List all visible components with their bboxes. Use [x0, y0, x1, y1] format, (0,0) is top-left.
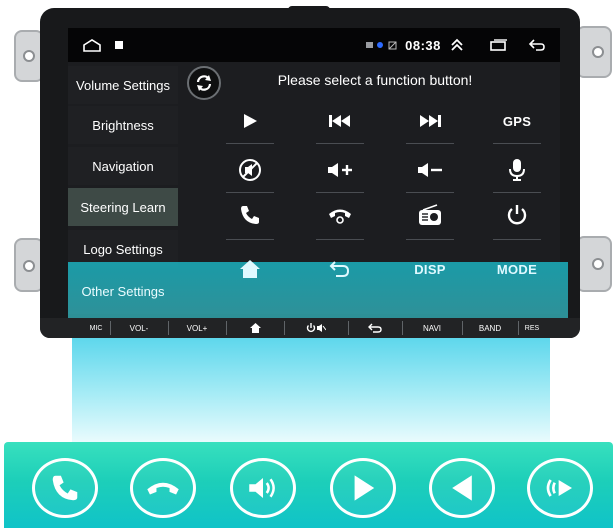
screw-hole [592, 258, 604, 270]
radio-icon[interactable] [401, 198, 459, 232]
gps-label: GPS [502, 113, 532, 129]
hang-up-icon[interactable] [130, 458, 196, 518]
menu-item-brightness[interactable]: Brightness [68, 106, 178, 144]
previous-icon[interactable] [429, 458, 495, 518]
hw-home-button[interactable] [228, 318, 282, 338]
previous-track-icon[interactable] [311, 104, 369, 138]
strip-divider [110, 321, 111, 335]
return-icon[interactable] [311, 252, 369, 286]
hw-vol-down-button[interactable]: VOL- [112, 318, 166, 338]
home-outline-icon[interactable] [80, 28, 104, 62]
hw-navi-button[interactable]: NAVI [404, 318, 460, 338]
back-arrow-icon[interactable] [526, 28, 548, 62]
grid-separator [316, 143, 364, 144]
grid-separator [226, 143, 274, 144]
strip-divider [402, 321, 403, 335]
grid-separator [493, 239, 541, 240]
grid-separator [493, 143, 541, 144]
home-icon[interactable] [221, 252, 279, 286]
gps-button[interactable]: GPS [488, 104, 546, 138]
grid-separator [226, 239, 274, 240]
double-chevron-up-icon[interactable] [446, 28, 468, 62]
phone-call-icon[interactable] [221, 198, 279, 232]
hw-band-button[interactable]: BAND [464, 318, 516, 338]
grid-separator [226, 192, 274, 193]
phone-icon[interactable] [32, 458, 98, 518]
recent-apps-icon[interactable] [488, 28, 510, 62]
grid-separator [316, 239, 364, 240]
power-mute-icon [306, 323, 326, 333]
screw-hole [23, 50, 35, 62]
disp-label: DISP [414, 261, 446, 277]
grid-separator [406, 239, 454, 240]
right-bottom-bracket [576, 236, 612, 292]
strip-divider [284, 321, 285, 335]
strip-divider [518, 321, 519, 335]
hang-up-icon[interactable] [311, 198, 369, 232]
status-clock: 08:38 [405, 37, 441, 53]
car-head-unit-scene: 08:38 Volume Settings Brightness Navigat… [0, 0, 615, 528]
menu-item-other-settings[interactable]: Other Settings [68, 272, 178, 310]
strip-divider [462, 321, 463, 335]
square-notification-icon [112, 28, 126, 62]
mute-icon[interactable] [221, 153, 279, 187]
sim-card-icon [364, 28, 374, 62]
grid-separator [316, 192, 364, 193]
status-bar: 08:38 [68, 28, 560, 62]
volume-down-icon[interactable] [401, 153, 459, 187]
bluetooth-icon [375, 28, 385, 62]
instruction-prompt: Please select a function button! [277, 72, 473, 88]
hw-vol-up-button[interactable]: VOL+ [170, 318, 224, 338]
reset-port-label: RES [524, 324, 540, 332]
play-icon[interactable] [221, 104, 279, 138]
screw-hole [23, 260, 35, 272]
hw-back-button[interactable] [350, 318, 400, 338]
volume-up-icon[interactable] [311, 153, 369, 187]
right-top-bracket [576, 26, 612, 78]
mode-label: MODE [496, 261, 538, 277]
next-track-icon[interactable] [401, 104, 459, 138]
grid-separator [493, 192, 541, 193]
menu-item-volume-settings[interactable]: Volume Settings [68, 66, 178, 104]
power-icon[interactable] [488, 198, 546, 232]
mode-button[interactable]: MODE [488, 252, 546, 286]
disp-button[interactable]: DISP [401, 252, 459, 286]
strip-divider [226, 321, 227, 335]
light-beam [72, 338, 550, 442]
play-icon[interactable] [330, 458, 396, 518]
grid-separator [406, 192, 454, 193]
voice-icon[interactable] [527, 458, 593, 518]
hw-power-mute-button[interactable] [286, 318, 346, 338]
back-icon [368, 323, 382, 333]
mic-port-label: MIC [89, 324, 103, 332]
grid-separator [406, 143, 454, 144]
menu-item-navigation[interactable]: Navigation [68, 147, 178, 185]
volume-icon[interactable] [230, 458, 296, 518]
strip-divider [348, 321, 349, 335]
microphone-icon[interactable] [488, 153, 546, 187]
no-sim-icon [386, 28, 398, 62]
menu-item-steering-learn[interactable]: Steering Learn [68, 188, 178, 226]
strip-divider [168, 321, 169, 335]
home-icon [249, 323, 261, 333]
screw-hole [592, 46, 604, 58]
